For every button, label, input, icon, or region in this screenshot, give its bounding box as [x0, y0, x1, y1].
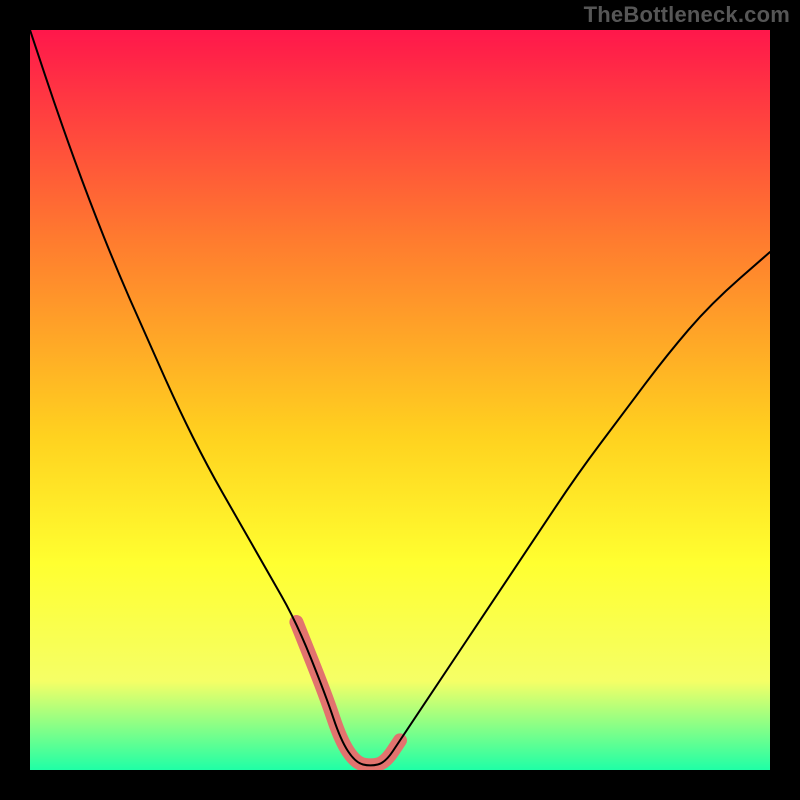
heat-gradient-background — [30, 30, 770, 770]
watermark-text: TheBottleneck.com — [584, 2, 790, 28]
bottleneck-chart — [0, 0, 800, 800]
chart-stage: TheBottleneck.com — [0, 0, 800, 800]
